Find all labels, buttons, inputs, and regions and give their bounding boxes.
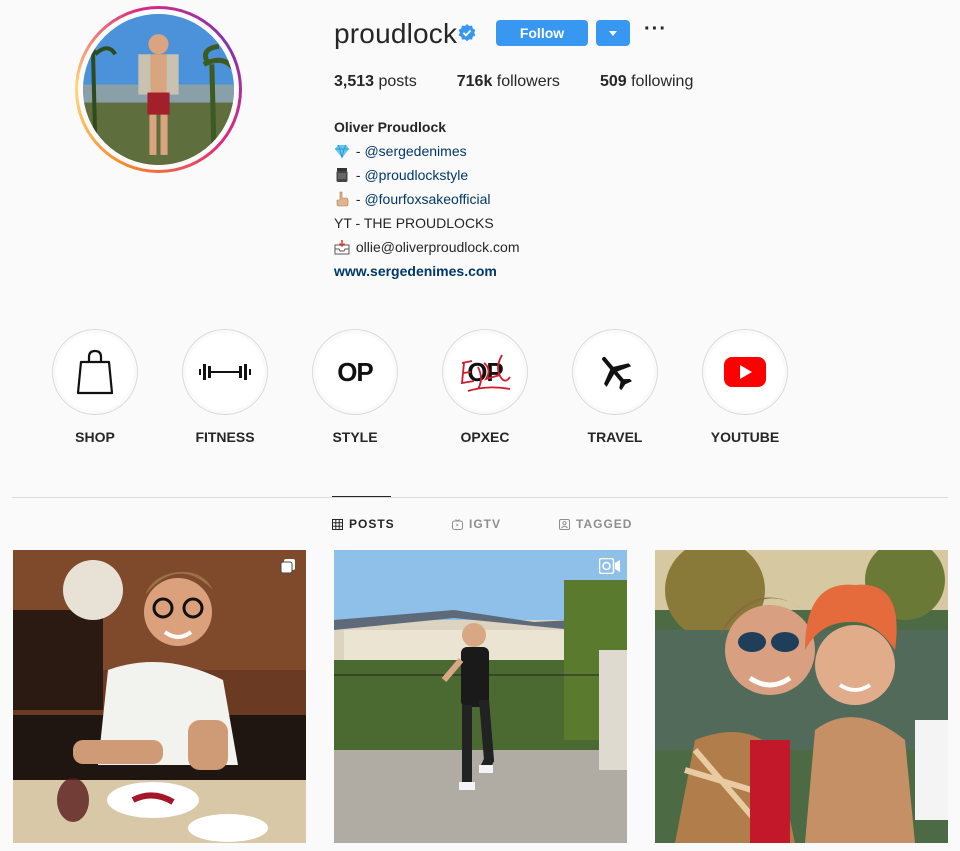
- tab-tagged[interactable]: TAGGED: [559, 517, 632, 531]
- grid-icon: [332, 518, 343, 530]
- following-count-value[interactable]: 509: [600, 73, 627, 90]
- bio-line2-prefix: -: [352, 167, 365, 183]
- bio-line1-prefix: -: [352, 143, 365, 159]
- highlight-shop-label: SHOP: [75, 429, 115, 445]
- active-tab-indicator: [332, 496, 391, 497]
- pointing-hand-icon: [336, 191, 349, 207]
- post-thumbnail[interactable]: [334, 550, 627, 843]
- highlight-fitness-label: FITNESS: [195, 429, 255, 445]
- followers-count[interactable]: 716k followers: [457, 73, 560, 91]
- fourfoxsakeofficial-link[interactable]: @fourfoxsakeofficial: [364, 191, 490, 207]
- following-count-label[interactable]: following: [631, 73, 693, 90]
- highlight-youtube-cover[interactable]: [702, 329, 788, 415]
- sergedenimes-link[interactable]: @sergedenimes: [364, 143, 466, 159]
- tab-tagged-label[interactable]: TAGGED: [576, 517, 632, 531]
- more-options-icon[interactable]: ···: [644, 18, 667, 41]
- posts-count: 3,513 posts: [334, 73, 417, 91]
- highlight-style-cover[interactable]: OP: [312, 329, 398, 415]
- profile-bio: Oliver Proudlock - @sergedenimes - @prou…: [334, 115, 520, 283]
- proudlockstyle-link[interactable]: @proudlockstyle: [364, 167, 468, 183]
- highlight-travel-cover[interactable]: [572, 329, 658, 415]
- post-thumbnail[interactable]: [13, 550, 306, 843]
- tab-posts[interactable]: POSTS: [332, 517, 395, 531]
- highlight-fitness[interactable]: FITNESS: [182, 329, 268, 445]
- tabs-divider: [12, 497, 948, 498]
- highlight-opxec-cover[interactable]: OP: [442, 329, 528, 415]
- diamond-icon: [335, 144, 349, 159]
- highlight-shop[interactable]: SHOP: [52, 329, 138, 445]
- highlight-shop-cover[interactable]: [52, 329, 138, 415]
- bio-youtube-line: YT - THE PROUDLOCKS: [334, 215, 494, 231]
- dumbbell-icon: [199, 364, 251, 380]
- tagged-icon: [559, 518, 570, 530]
- followers-count-value[interactable]: 716k: [457, 73, 493, 90]
- followers-count-label[interactable]: followers: [497, 73, 560, 90]
- video-icon: [599, 558, 620, 574]
- profile-stats: 3,513 posts 716k followers 509 following: [334, 73, 733, 91]
- avatar-frame: [78, 9, 239, 170]
- highlight-youtube-label: YOUTUBE: [710, 429, 780, 445]
- highlight-youtube[interactable]: YOUTUBE: [702, 329, 788, 445]
- tab-igtv-label[interactable]: IGTV: [469, 517, 501, 531]
- bio-line-email: ollie@oliverproudlock.com: [334, 235, 520, 259]
- bio-line-jar: - @proudlockstyle: [334, 163, 520, 187]
- bio-line-diamond: - @sergedenimes: [334, 139, 520, 163]
- following-count[interactable]: 509 following: [600, 73, 693, 91]
- avatar-photo: [83, 14, 234, 165]
- bio-line3-prefix: -: [352, 191, 365, 207]
- bio-line-hand: - @fourfoxsakeofficial: [334, 187, 520, 211]
- profile-username: proudlock: [334, 18, 458, 49]
- post-3-image: [655, 550, 948, 843]
- post-2-image: [334, 550, 627, 843]
- post-1-image: [13, 550, 306, 843]
- igtv-icon: [452, 518, 463, 530]
- highlight-fitness-cover[interactable]: [182, 329, 268, 415]
- posts-count-label: posts: [378, 73, 417, 90]
- verified-badge-icon: [458, 24, 476, 42]
- bio-email: ollie@oliverproudlock.com: [352, 239, 520, 255]
- posts-count-value: 3,513: [334, 73, 375, 90]
- follow-button[interactable]: Follow: [496, 20, 588, 46]
- youtube-icon: [724, 357, 766, 387]
- avatar-image: [83, 14, 234, 165]
- profile-full-name: Oliver Proudlock: [334, 119, 447, 135]
- highlight-opxec[interactable]: OP OPXEC: [442, 329, 528, 445]
- tab-posts-label[interactable]: POSTS: [349, 517, 395, 531]
- highlight-style[interactable]: OP STYLE: [312, 329, 398, 445]
- op-logo: OP: [337, 356, 374, 387]
- exec-scribble-icon: [460, 354, 511, 392]
- inbox-tray-icon: [334, 240, 350, 255]
- highlight-travel-label: TRAVEL: [587, 429, 643, 445]
- highlight-style-label: STYLE: [332, 429, 378, 445]
- profile-avatar[interactable]: [75, 6, 242, 173]
- highlight-travel[interactable]: TRAVEL: [572, 329, 658, 445]
- highlight-opxec-label: OPXEC: [460, 429, 510, 445]
- post-thumbnail[interactable]: [655, 550, 948, 843]
- jar-icon: [336, 168, 348, 182]
- profile-website-link[interactable]: www.sergedenimes.com: [334, 259, 520, 283]
- tab-igtv[interactable]: IGTV: [452, 517, 501, 531]
- suggested-accounts-dropdown-button[interactable]: [596, 20, 630, 46]
- shopping-bag-icon: [76, 349, 114, 395]
- airplane-icon: [601, 356, 632, 391]
- carousel-icon: [280, 559, 295, 574]
